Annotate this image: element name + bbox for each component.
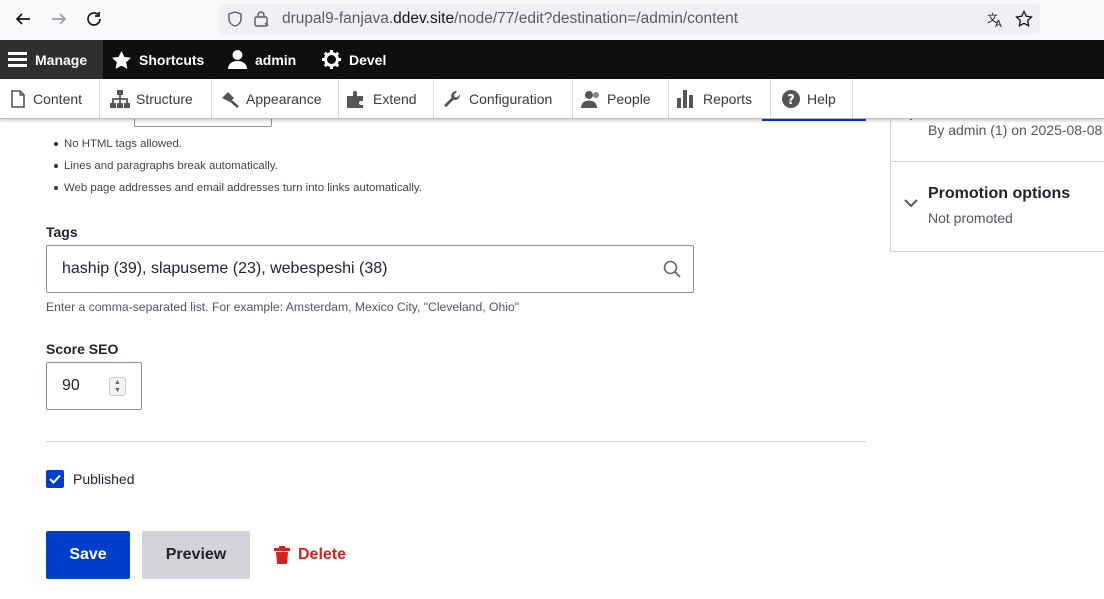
spin-up-icon[interactable]: ▲ xyxy=(114,379,121,387)
save-button[interactable]: Save xyxy=(46,531,130,579)
published-checkbox[interactable] xyxy=(46,470,64,488)
search-icon xyxy=(663,260,681,278)
delete-button[interactable]: Delete xyxy=(274,531,354,579)
tags-label: Tags xyxy=(46,224,78,240)
tray-item-content[interactable]: Content xyxy=(0,79,100,118)
admin-tray: Content Structure Appearance Extend Conf… xyxy=(0,79,1104,119)
number-spinner[interactable]: ▲ ▼ xyxy=(109,377,126,396)
tray-item-configuration[interactable]: Configuration xyxy=(434,79,573,118)
reload-icon xyxy=(87,12,101,26)
content-icon xyxy=(11,89,25,108)
score-seo-value: 90 xyxy=(62,377,80,394)
tray-item-label: People xyxy=(607,90,651,107)
about-text-formats-link[interactable] xyxy=(762,119,866,121)
tray-item-structure[interactable]: Structure xyxy=(100,79,212,118)
toolbar-user-label: admin xyxy=(255,51,297,68)
tray-item-label: Appearance xyxy=(246,90,322,107)
people-icon xyxy=(581,90,599,108)
shield-icon[interactable] xyxy=(227,11,243,27)
url-text: drupal9-fanjava.ddev.site/node/77/edit?d… xyxy=(282,10,739,27)
trash-icon xyxy=(274,546,290,564)
sidebar-divider xyxy=(891,161,1104,162)
svg-text:A: A xyxy=(995,19,1002,28)
back-button[interactable] xyxy=(12,8,34,30)
svg-text:?: ? xyxy=(787,93,795,108)
extend-icon xyxy=(347,90,363,108)
tray-item-label: Extend xyxy=(373,90,417,107)
lock-icon[interactable] xyxy=(253,10,269,27)
form-divider xyxy=(46,441,866,442)
text-format-tips: No HTML tags allowed. Lines and paragrap… xyxy=(54,135,422,201)
arrow-left-icon xyxy=(15,13,30,25)
checkmark-icon xyxy=(49,474,61,484)
spin-down-icon[interactable]: ▼ xyxy=(114,387,121,395)
tray-item-label: Content xyxy=(33,90,83,107)
tray-item-label: Reports xyxy=(703,90,753,107)
browser-bar: drupal9-fanjava.ddev.site/node/77/edit?d… xyxy=(0,0,1104,40)
format-tip: No HTML tags allowed. xyxy=(54,135,422,157)
arrow-right-icon xyxy=(52,13,67,25)
toolbar-shortcuts-label: Shortcuts xyxy=(139,51,205,68)
meta-sidebar: By admin (1) on 2025-08-08 Promotion opt… xyxy=(890,113,1104,252)
toolbar-devel[interactable]: Devel xyxy=(322,40,386,79)
chevron-down-icon[interactable] xyxy=(904,199,918,208)
promotion-summary: Not promoted xyxy=(928,210,1013,226)
toolbar-manage-label: Manage xyxy=(35,51,88,68)
hamburger-icon xyxy=(8,52,27,67)
tags-value: haship (39), slapuseme (23), webespeshi … xyxy=(62,260,388,277)
toolbar-user[interactable]: admin xyxy=(228,40,296,79)
toolbar-devel-label: Devel xyxy=(349,51,387,68)
reports-icon xyxy=(677,89,693,108)
url-bar[interactable]: drupal9-fanjava.ddev.site/node/77/edit?d… xyxy=(219,4,1040,34)
score-seo-input[interactable]: 90 ▲ ▼ xyxy=(46,362,142,410)
help-icon: ? xyxy=(782,89,800,108)
tray-item-people[interactable]: People xyxy=(573,79,669,118)
format-tip: Lines and paragraphs break automatically… xyxy=(54,157,422,179)
tray-item-help[interactable]: ? Help xyxy=(771,79,853,118)
tray-item-label: Structure xyxy=(136,90,193,107)
tags-description: Enter a comma-separated list. For exampl… xyxy=(46,300,520,314)
bookmark-star-icon[interactable] xyxy=(1015,10,1033,28)
forward-button[interactable] xyxy=(48,8,70,30)
reload-button[interactable] xyxy=(83,8,105,30)
admin-toolbar: Manage Shortcuts admin Devel xyxy=(0,40,1104,79)
appearance-icon xyxy=(222,91,239,108)
gear-icon xyxy=(322,50,341,69)
delete-label: Delete xyxy=(298,546,347,563)
tray-item-extend[interactable]: Extend xyxy=(339,79,434,118)
format-tip: Web page addresses and email addresses t… xyxy=(54,179,422,201)
structure-icon xyxy=(110,89,130,108)
tray-item-label: Configuration xyxy=(469,90,553,107)
tray-item-appearance[interactable]: Appearance xyxy=(212,79,339,118)
authoring-info-summary: By admin (1) on 2025-08-08 xyxy=(928,122,1103,138)
score-seo-label: Score SEO xyxy=(46,341,119,357)
tray-item-label: Help xyxy=(807,90,836,107)
toolbar-shortcuts[interactable]: Shortcuts xyxy=(112,40,204,79)
wrench-icon xyxy=(444,90,461,107)
preview-button[interactable]: Preview xyxy=(142,531,250,579)
published-label[interactable]: Published xyxy=(73,471,135,487)
tags-input[interactable]: haship (39), slapuseme (23), webespeshi … xyxy=(46,245,694,293)
user-icon xyxy=(228,50,247,69)
promotion-options-toggle[interactable]: Promotion options xyxy=(928,185,1070,203)
toolbar-manage[interactable]: Manage xyxy=(0,40,103,79)
translate-icon[interactable]: 文A xyxy=(987,10,1005,28)
tray-item-reports[interactable]: Reports xyxy=(669,79,771,118)
star-icon xyxy=(112,50,131,69)
